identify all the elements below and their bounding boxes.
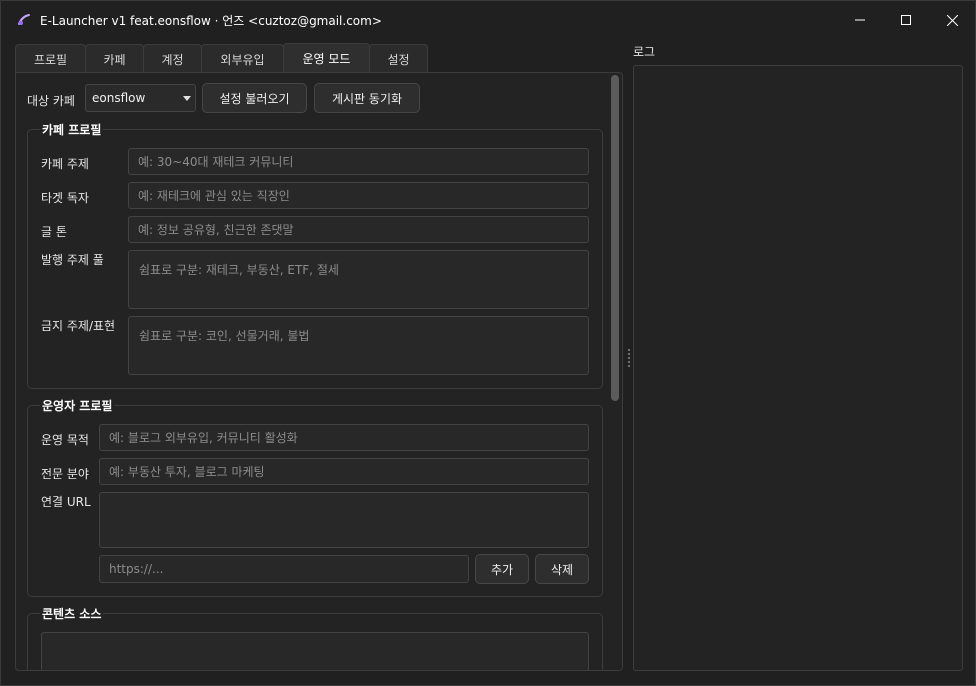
content-source-textarea[interactable] [41,632,589,670]
operation-purpose-label: 운영 목적 [41,433,89,447]
expertise-placeholder: 예: 부동산 투자, 블로그 마케팅 [109,465,265,479]
scrollbar-track[interactable] [608,73,622,670]
url-input-placeholder: https://... [109,562,164,576]
banned-topics-placeholder: 쉼표로 구분: 코인, 선물거래, 불법 [139,329,310,343]
banned-topics-label: 금지 주제/표현 [41,319,116,333]
target-reader-input[interactable]: 예: 재테크에 관심 있는 직장인 [128,182,589,209]
tab-bar: 프로필 카페 계정 외부유입 운영 모드 설정 [15,43,428,73]
cafe-topic-label: 카페 주제 [41,157,89,171]
minimize-button[interactable] [837,1,883,39]
operation-mode-panel: 대상 카페 eonsflow 설정 불러오기 게시판 동기화 카페 프로필 카페… [15,72,623,671]
tab-settings[interactable]: 설정 [369,44,428,73]
delete-url-button[interactable]: 삭제 [535,554,589,584]
operation-purpose-placeholder: 예: 블로그 외부유입, 커뮤니티 활성화 [109,431,298,445]
cafe-topic-input[interactable]: 예: 30~40대 재테크 커뮤니티 [128,148,589,175]
expertise-label: 전문 분야 [41,467,89,481]
log-title: 로그 [633,45,656,59]
operator-profile-title: 운영자 프로필 [40,397,115,414]
splitter-handle[interactable] [627,349,631,367]
close-icon [946,14,958,26]
tab-profile[interactable]: 프로필 [15,44,86,73]
chevron-down-icon [183,96,191,101]
maximize-button[interactable] [883,1,929,39]
linked-url-list[interactable] [99,492,589,548]
tone-input[interactable]: 예: 정보 공유형, 친근한 존댓말 [128,216,589,243]
target-reader-placeholder: 예: 재테크에 관심 있는 직장인 [138,189,290,203]
add-url-button[interactable]: 추가 [475,554,529,584]
operator-profile-group: 운영자 프로필 운영 목적 예: 블로그 외부유입, 커뮤니티 활성화 전문 분… [27,397,603,597]
tab-account[interactable]: 계정 [143,44,202,73]
topic-pool-label: 발행 주제 풀 [41,253,104,267]
maximize-icon [901,15,911,25]
load-settings-button[interactable]: 설정 불러오기 [202,83,307,113]
scrollbar-thumb[interactable] [611,75,619,401]
tab-operation-mode[interactable]: 운영 모드 [283,43,370,73]
operation-purpose-input[interactable]: 예: 블로그 외부유입, 커뮤니티 활성화 [99,424,589,451]
linked-url-label: 연결 URL [41,495,91,509]
content-source-group: 콘텐츠 소스 [27,605,603,670]
topic-pool-textarea[interactable]: 쉼표로 구분: 재테크, 부동산, ETF, 절세 [128,250,589,309]
tab-external-traffic[interactable]: 외부유입 [201,44,284,73]
target-cafe-value: eonsflow [92,91,146,105]
cafe-profile-group: 카페 프로필 카페 주제 예: 30~40대 재테크 커뮤니티 타겟 독자 예:… [27,121,603,389]
tone-placeholder: 예: 정보 공유형, 친근한 존댓말 [138,223,294,237]
target-cafe-select[interactable]: eonsflow [85,84,196,112]
url-input[interactable]: https://... [99,555,469,583]
app-icon [16,12,32,28]
cafe-profile-title: 카페 프로필 [40,121,104,138]
tab-cafe[interactable]: 카페 [85,44,144,73]
app-window: E-Launcher v1 feat.eonsflow · 언즈 <cuztoz… [0,0,976,686]
target-reader-label: 타겟 독자 [41,191,89,205]
target-cafe-label: 대상 카페 [27,94,75,108]
window-title: E-Launcher v1 feat.eonsflow · 언즈 <cuztoz… [40,13,382,28]
expertise-input[interactable]: 예: 부동산 투자, 블로그 마케팅 [99,458,589,485]
sync-board-button[interactable]: 게시판 동기화 [314,83,420,113]
tone-label: 글 톤 [41,225,67,239]
log-output[interactable] [633,65,963,671]
topic-pool-placeholder: 쉼표로 구분: 재테크, 부동산, ETF, 절세 [139,263,339,277]
title-bar[interactable]: E-Launcher v1 feat.eonsflow · 언즈 <cuztoz… [1,1,975,39]
cafe-topic-placeholder: 예: 30~40대 재테크 커뮤니티 [138,155,294,169]
minimize-icon [855,19,865,21]
content-source-title: 콘텐츠 소스 [40,605,104,622]
banned-topics-textarea[interactable]: 쉼표로 구분: 코인, 선물거래, 불법 [128,316,589,375]
close-button[interactable] [929,1,975,39]
